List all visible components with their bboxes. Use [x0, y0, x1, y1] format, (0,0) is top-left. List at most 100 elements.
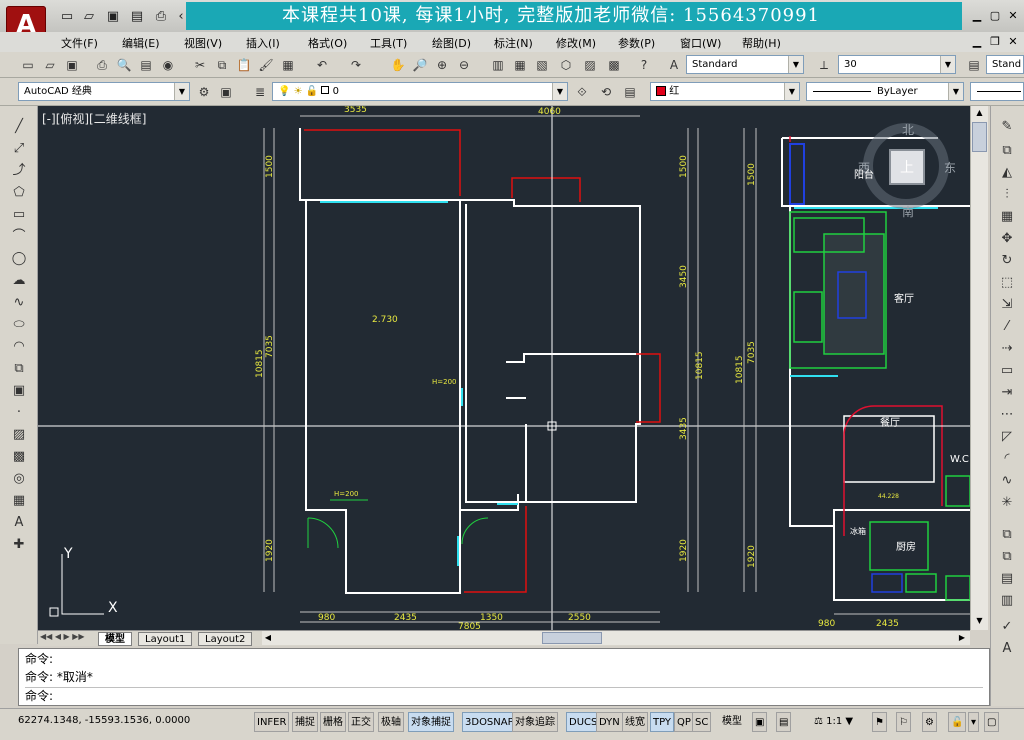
toggle-ortho[interactable]: 正交	[348, 712, 374, 732]
ellipse-icon[interactable]: ⬭	[9, 316, 29, 334]
new-file-icon[interactable]: ▭	[58, 9, 76, 25]
doc-minimize-icon[interactable]: ▁	[968, 34, 986, 50]
scroll-down-icon[interactable]: ▼	[971, 614, 988, 628]
revcloud-icon[interactable]: ☁	[9, 272, 29, 290]
menu-window[interactable]: 窗口(W)	[680, 35, 721, 51]
design-center-icon[interactable]: ▦	[510, 56, 530, 74]
toggle-3dosnap[interactable]: 3DOSNAP	[462, 712, 517, 732]
stretch-icon[interactable]: ⇲	[997, 296, 1017, 314]
model-space-label[interactable]: 模型	[720, 712, 744, 732]
line-icon[interactable]: ╱	[9, 118, 29, 136]
qnew-icon[interactable]: ▭	[18, 56, 38, 74]
menu-draw[interactable]: 绘图(D)	[432, 35, 471, 51]
spline-icon[interactable]: ∿	[9, 294, 29, 312]
lineweight-select[interactable]	[970, 82, 1024, 101]
scroll-thumb[interactable]	[972, 122, 987, 152]
text-style-select[interactable]: Standard ▼	[686, 55, 804, 74]
scroll-up-icon[interactable]: ▲	[971, 106, 988, 120]
doc-restore-icon[interactable]: ❐	[986, 34, 1004, 50]
toggle-snap[interactable]: 捕捉	[292, 712, 318, 732]
open-file-icon[interactable]: ▱	[80, 9, 98, 25]
hatch-icon[interactable]: ▨	[9, 426, 29, 444]
save-as-icon[interactable]: ▤	[128, 9, 146, 25]
offset-icon[interactable]: ⫶	[997, 186, 1017, 204]
tab-layout1[interactable]: Layout1	[138, 632, 193, 646]
toggle-lineweight[interactable]: 线宽	[622, 712, 648, 732]
toggle-otrack[interactable]: 对象追踪	[512, 712, 558, 732]
draworder-front-icon[interactable]: ⧉	[997, 526, 1017, 544]
toggle-dyn[interactable]: DYN	[596, 712, 623, 732]
extend-icon[interactable]: ⇢	[997, 340, 1017, 358]
color-select[interactable]: 红 ▼	[650, 82, 800, 101]
menu-help[interactable]: 帮助(H)	[742, 35, 781, 51]
drawing-canvas[interactable]: [-][俯视][二维线框] Y X 北 南 东 西 上 3535 4060 2.…	[38, 106, 970, 630]
arc-icon[interactable]: ⌒	[9, 228, 29, 246]
mtext-icon[interactable]: A	[9, 514, 29, 532]
toggle-sc[interactable]: SC	[692, 712, 712, 732]
toggle-grid[interactable]: 栅格	[320, 712, 346, 732]
annotation-visibility-icon[interactable]: ⚑	[872, 712, 887, 732]
menu-file[interactable]: 文件(F)	[61, 35, 98, 51]
tab-nav-icons[interactable]: ◀◀ ◀ ▶ ▶▶	[40, 632, 85, 641]
properties-icon[interactable]: ▥	[488, 56, 508, 74]
table-icon[interactable]: ▦	[9, 492, 29, 510]
toggle-qp[interactable]: QP	[674, 712, 694, 732]
publish-icon[interactable]: ▤	[136, 56, 156, 74]
preview-icon[interactable]: 🔍	[114, 56, 134, 74]
region-icon[interactable]: ◎	[9, 470, 29, 488]
command-window[interactable]: 命令: 命令: *取消* 命令:	[18, 648, 990, 706]
auto-scale-icon[interactable]: ⚐	[896, 712, 911, 732]
vertical-scrollbar[interactable]: ▲ ▼	[970, 106, 988, 630]
calculator-icon[interactable]: ▩	[604, 56, 624, 74]
add-selected-icon[interactable]: ✚	[9, 536, 29, 554]
clean-screen-icon[interactable]: ▢	[984, 712, 1000, 732]
dim-style-select[interactable]: 30 ▼	[838, 55, 956, 74]
menu-view[interactable]: 视图(V)	[184, 35, 222, 51]
draworder-above-icon[interactable]: ▤	[997, 570, 1017, 588]
polygon-icon[interactable]: ⬠	[9, 184, 29, 202]
point-icon[interactable]: ·	[9, 404, 29, 422]
annotation-scale[interactable]: ⚖ 1:1 ▼	[812, 712, 855, 732]
tool-palettes-icon[interactable]: ▧	[532, 56, 552, 74]
zoom-previous-icon[interactable]: ⊖	[454, 56, 474, 74]
help-icon[interactable]: ?	[634, 56, 654, 74]
menu-dimension[interactable]: 标注(N)	[494, 35, 533, 51]
erase-icon[interactable]: ✎	[997, 118, 1017, 136]
toggle-infer[interactable]: INFER	[254, 712, 290, 732]
print-icon[interactable]: ⎙	[152, 9, 170, 25]
array-icon[interactable]: ▦	[997, 208, 1017, 226]
zoom-realtime-icon[interactable]: 🔎	[410, 56, 430, 74]
join-icon[interactable]: ⋯	[997, 406, 1017, 424]
scale-icon[interactable]: ⬚	[997, 274, 1017, 292]
workspace-lock-icon[interactable]: ▣	[216, 83, 236, 101]
toggle-tpy[interactable]: TPY	[650, 712, 675, 732]
save-icon[interactable]: ▣	[62, 56, 82, 74]
linetype-select[interactable]: ByLayer ▼	[806, 82, 964, 101]
find-text-icon[interactable]: A	[997, 640, 1017, 658]
doc-close-icon[interactable]: ✕	[1004, 34, 1022, 50]
workspace-switch-icon[interactable]: ⚙	[922, 712, 937, 732]
move-icon[interactable]: ✥	[997, 230, 1017, 248]
undo-icon[interactable]: ↶	[312, 56, 332, 74]
rectangle-icon[interactable]: ▭	[9, 206, 29, 224]
command-input[interactable]: 命令:	[25, 687, 983, 705]
polyline-icon[interactable]: ⤴	[9, 162, 29, 180]
explode-icon[interactable]: ✳	[997, 494, 1017, 512]
zoom-window-icon[interactable]: ⊕	[432, 56, 452, 74]
menu-format[interactable]: 格式(O)	[308, 35, 347, 51]
table-style-select[interactable]: Stand	[986, 55, 1024, 74]
insert-block-icon[interactable]: ⧉	[9, 360, 29, 378]
3dprint-icon[interactable]: ◉	[158, 56, 178, 74]
table-style-icon[interactable]: ▤	[964, 56, 984, 74]
layer-state-icon[interactable]: ▤	[620, 83, 640, 101]
save-icon[interactable]: ▣	[104, 9, 122, 25]
tab-model[interactable]: 模型	[98, 632, 132, 646]
menu-modify[interactable]: 修改(M)	[556, 35, 596, 51]
tab-layout2[interactable]: Layout2	[198, 632, 253, 646]
draworder-back-icon[interactable]: ⧉	[997, 548, 1017, 566]
markup-icon[interactable]: ▨	[580, 56, 600, 74]
construction-line-icon[interactable]: ⤢	[9, 140, 29, 158]
trim-icon[interactable]: ⁄	[997, 318, 1017, 336]
make-current-icon[interactable]: ⟐	[572, 83, 592, 101]
close-icon[interactable]: ✕	[1004, 8, 1022, 24]
